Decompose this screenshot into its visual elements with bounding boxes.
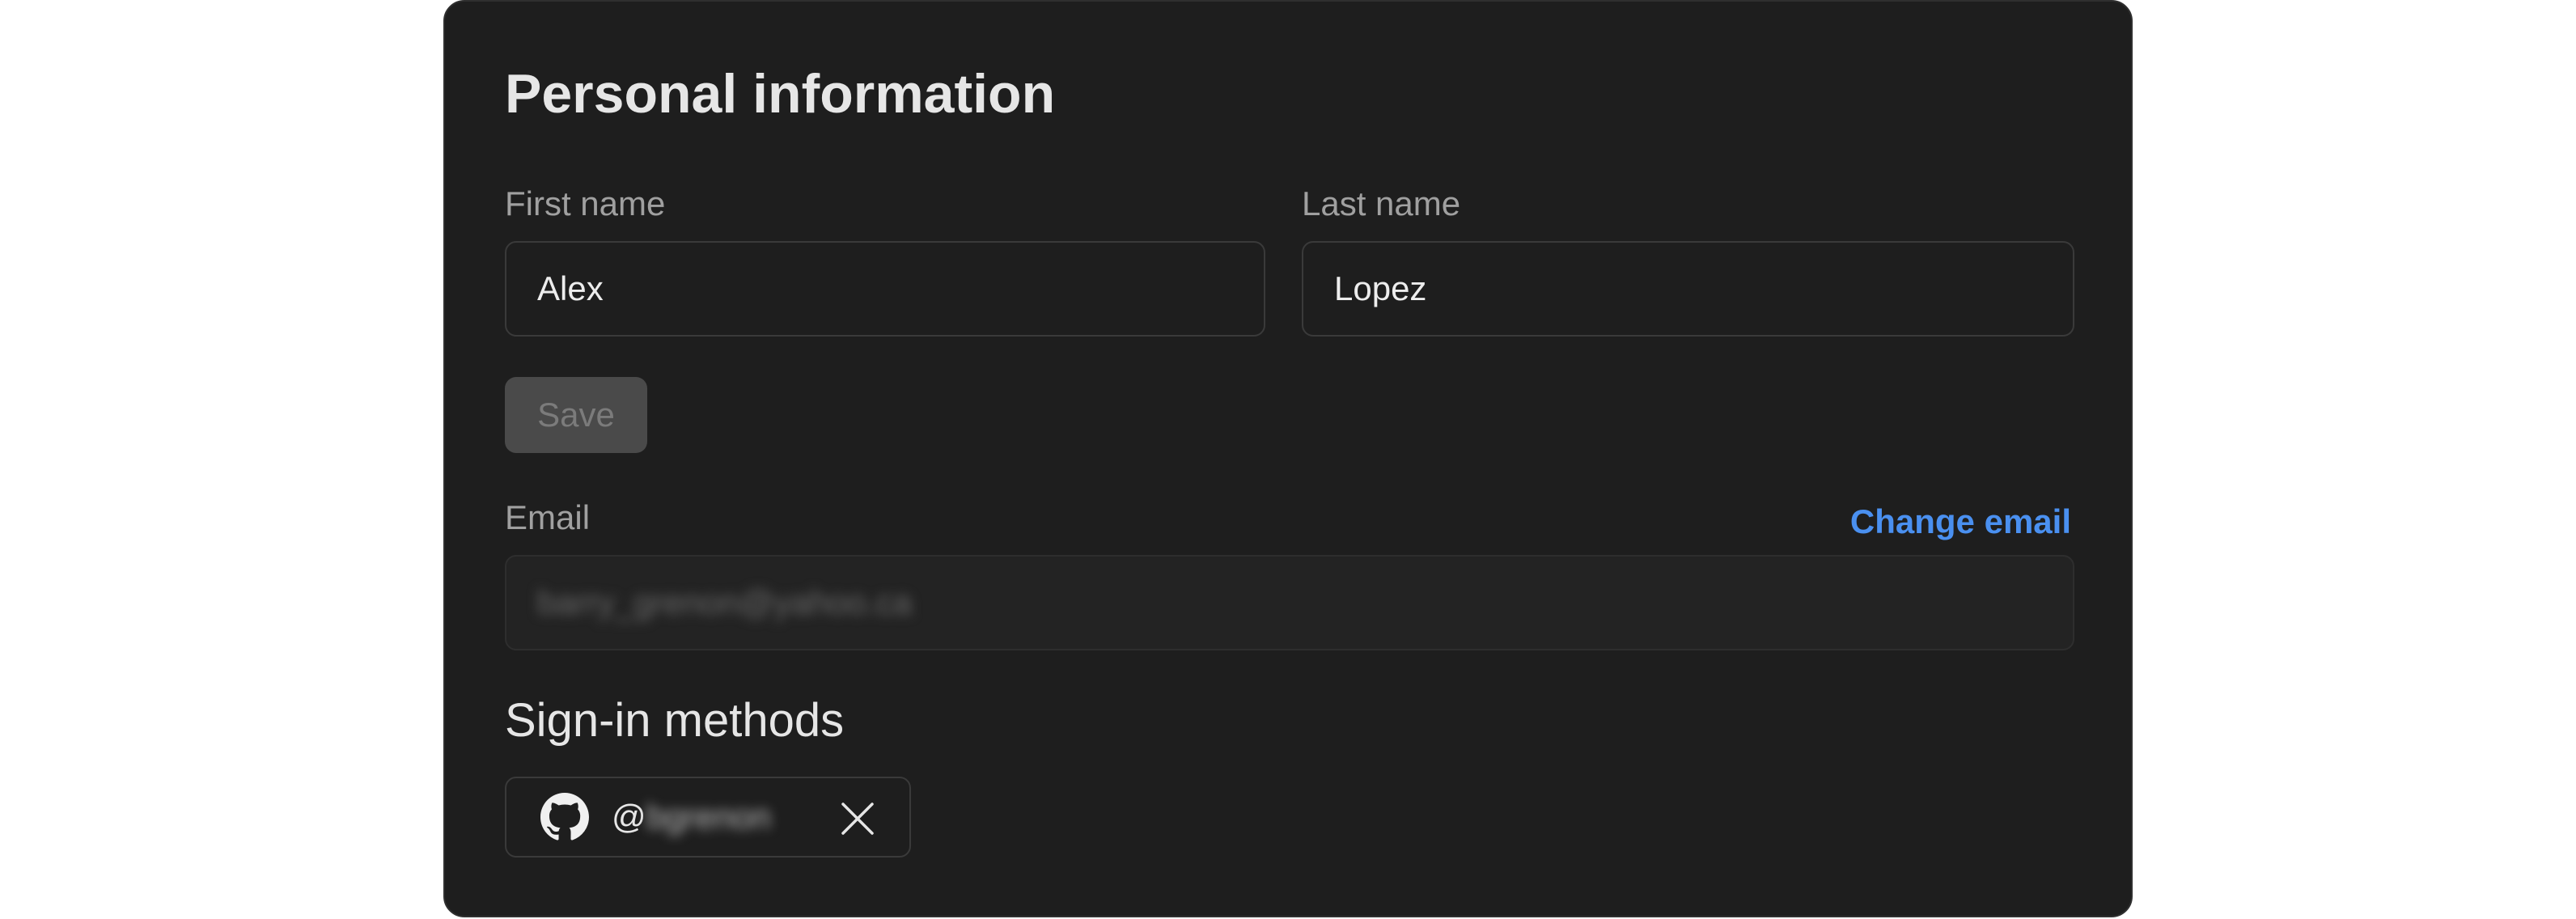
email-field: barry_grenon@yahoo.ca — [505, 555, 2074, 650]
github-icon — [540, 793, 589, 841]
handle-username: bgrenon — [646, 798, 771, 836]
last-name-input[interactable] — [1302, 241, 2074, 337]
first-name-label: First name — [505, 184, 666, 222]
first-name-input[interactable] — [505, 241, 1265, 337]
last-name-label: Last name — [1302, 184, 1461, 222]
sign-in-methods-title: Sign-in methods — [505, 694, 845, 747]
sign-in-method-github: @ bgrenon — [505, 777, 911, 858]
save-button[interactable]: Save — [505, 377, 647, 453]
email-value: barry_grenon@yahoo.ca — [537, 583, 912, 621]
page-title: Personal information — [505, 63, 1056, 125]
remove-github-button[interactable] — [840, 801, 875, 836]
handle-prefix: @ — [612, 798, 646, 836]
personal-information-panel: Personal information First name Last nam… — [443, 0, 2133, 917]
github-handle: @ bgrenon — [612, 798, 771, 836]
close-icon — [841, 803, 874, 835]
email-label: Email — [505, 498, 591, 536]
change-email-link[interactable]: Change email — [1850, 505, 2071, 539]
